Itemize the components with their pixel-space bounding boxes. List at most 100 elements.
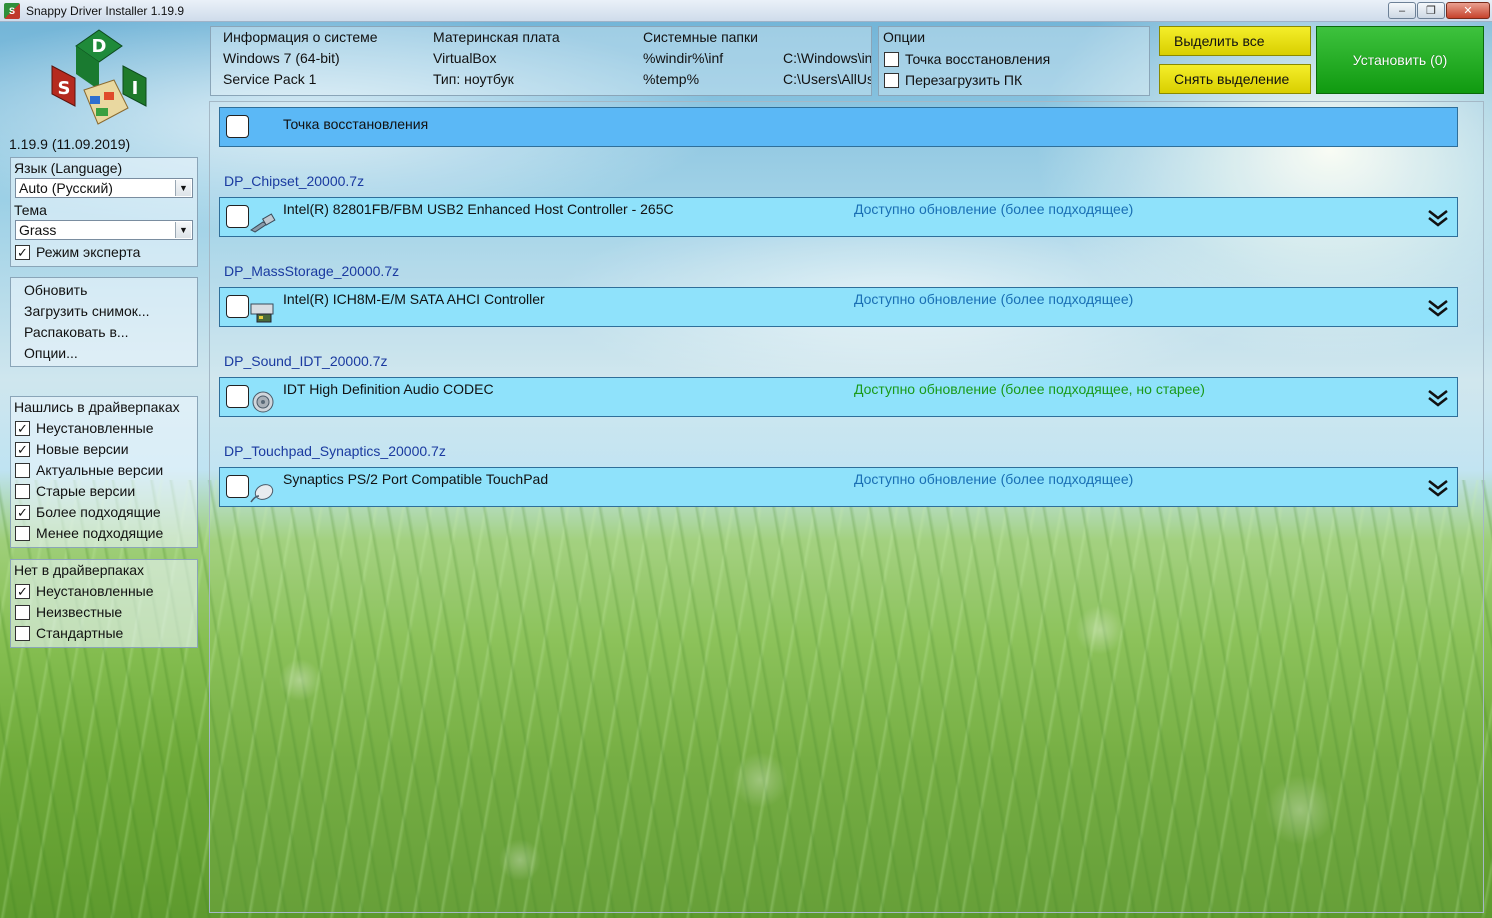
driver-checkbox[interactable] (226, 295, 249, 318)
device-name: IDT High Definition Audio CODEC (283, 381, 494, 397)
filter-label: Менее подходящие (36, 525, 164, 541)
filter-label: Старые версии (36, 483, 136, 499)
filter-older-versions[interactable]: Старые версии (15, 482, 135, 500)
driver-row[interactable]: IDT High Definition Audio CODEC Доступно… (219, 377, 1458, 417)
filter-current-versions[interactable]: Актуальные версии (15, 461, 163, 479)
folder-temp-path[interactable]: C:\Users\AllUs (783, 71, 871, 87)
double-chevron-down-icon[interactable] (1427, 208, 1449, 228)
filter-label: Стандартные (36, 625, 124, 641)
filter-better-match[interactable]: ✓ Более подходящие (15, 503, 161, 521)
double-chevron-down-icon[interactable] (1427, 298, 1449, 318)
filter-checkbox[interactable] (15, 462, 30, 478)
theme-value: Grass (19, 222, 57, 238)
logo-letter-s: S (58, 78, 71, 99)
speaker-icon (252, 391, 274, 413)
usb-plug-icon (250, 213, 276, 233)
language-label: Язык (Language) (14, 160, 123, 176)
device-status: Доступно обновление (более подходящее) (854, 471, 1134, 487)
minimize-button[interactable]: – (1388, 2, 1416, 19)
driver-checkbox[interactable] (226, 385, 249, 408)
filter-checkbox[interactable] (15, 525, 30, 541)
window-title: Snappy Driver Installer 1.19.9 (26, 3, 185, 18)
pack-title-touchpad: DP_Touchpad_Synaptics_20000.7z (224, 443, 446, 459)
found-filters-title: Нашлись в драйверпаках (14, 399, 180, 415)
filter-checkbox[interactable]: ✓ (15, 420, 30, 436)
theme-label: Тема (14, 202, 47, 218)
restore-point-checkbox[interactable] (226, 115, 249, 138)
theme-select[interactable]: Grass ▼ (15, 220, 193, 240)
device-name: Intel(R) ICH8M-E/M SATA AHCI Controller (283, 291, 545, 307)
menu-load-snapshot[interactable]: Загрузить снимок... (24, 303, 150, 319)
settings-panel: Язык (Language) Auto (Русский) ▼ Тема Gr… (10, 157, 198, 267)
driver-checkbox[interactable] (226, 475, 249, 498)
filter-label: Новые версии (36, 441, 129, 457)
device-type: Тип: ноутбук (433, 71, 514, 87)
language-select[interactable]: Auto (Русский) ▼ (15, 178, 193, 198)
filter-label: Неустановленные (36, 420, 154, 436)
filter-label: Неустановленные (36, 583, 154, 599)
logo-letter-d: D (92, 36, 107, 57)
device-status: Доступно обновление (более подходящее) (854, 291, 1134, 307)
expert-mode-checkbox[interactable]: ✓ (15, 244, 30, 260)
filter-missing-not-installed[interactable]: ✓ Неустановленные (15, 582, 154, 600)
select-all-button[interactable]: Выделить все (1159, 26, 1311, 56)
motherboard-header: Материнская плата (433, 29, 560, 45)
restore-point-row[interactable]: Точка восстановления (219, 107, 1458, 147)
option-checkbox[interactable] (884, 72, 899, 88)
filter-label: Неизвестные (36, 604, 123, 620)
deselect-button[interactable]: Снять выделение (1159, 64, 1311, 94)
option-checkbox[interactable] (884, 51, 899, 67)
double-chevron-down-icon[interactable] (1427, 478, 1449, 498)
menu-refresh[interactable]: Обновить (24, 282, 87, 298)
option-restore-point[interactable]: Точка восстановления (884, 50, 1050, 68)
pack-title-chipset: DP_Chipset_20000.7z (224, 173, 365, 189)
restore-point-label: Точка восстановления (283, 116, 429, 132)
option-reboot[interactable]: Перезагрузить ПК (884, 71, 1022, 89)
folder-temp-var[interactable]: %temp% (643, 71, 699, 87)
filter-checkbox[interactable]: ✓ (15, 441, 30, 457)
device-name: Synaptics PS/2 Port Compatible TouchPad (283, 471, 549, 487)
pack-title-massstorage: DP_MassStorage_20000.7z (224, 263, 400, 279)
menu-extract-to[interactable]: Распаковать в... (24, 324, 129, 340)
driver-row[interactable]: Intel(R) ICH8M-E/M SATA AHCI Controller … (219, 287, 1458, 327)
missing-filters-title: Нет в драйверпаках (14, 562, 145, 578)
sdi-logo: D S I (51, 29, 147, 125)
filter-checkbox[interactable] (15, 625, 30, 641)
option-label: Перезагрузить ПК (905, 72, 1023, 88)
chevron-down-icon[interactable]: ▼ (175, 180, 191, 196)
version-label: 1.19.9 (11.09.2019) (9, 136, 131, 152)
device-status: Доступно обновление (более подходящее, н… (854, 381, 1205, 397)
filter-not-installed[interactable]: ✓ Неустановленные (15, 419, 154, 437)
menu-options[interactable]: Опции... (24, 345, 78, 361)
filter-newer-versions[interactable]: ✓ Новые версии (15, 440, 129, 458)
sysinfo-header: Информация о системе (223, 29, 378, 45)
double-chevron-down-icon[interactable] (1427, 388, 1449, 408)
filter-checkbox[interactable]: ✓ (15, 504, 30, 520)
expert-mode-toggle[interactable]: ✓ Режим эксперта (15, 243, 140, 261)
window-controls: – ❐ ✕ (1388, 2, 1490, 19)
filter-checkbox[interactable] (15, 604, 30, 620)
driver-checkbox[interactable] (226, 205, 249, 228)
driver-row[interactable]: Intel(R) 82801FB/FBM USB2 Enhanced Host … (219, 197, 1458, 237)
filter-unknown[interactable]: Неизвестные (15, 603, 122, 621)
driver-row[interactable]: Synaptics PS/2 Port Compatible TouchPad … (219, 467, 1458, 507)
language-value: Auto (Русский) (19, 180, 113, 196)
motherboard-name: VirtualBox (433, 50, 497, 66)
close-button[interactable]: ✕ (1446, 2, 1490, 19)
sysinfo-os: Windows 7 (64-bit) (223, 50, 340, 66)
filter-standard[interactable]: Стандартные (15, 624, 123, 642)
option-label: Точка восстановления (905, 51, 1051, 67)
missing-filters-panel: Нет в драйверпаках ✓ Неустановленные Неи… (10, 559, 198, 648)
sysinfo-service-pack: Service Pack 1 (223, 71, 317, 87)
filter-checkbox[interactable]: ✓ (15, 583, 30, 599)
filter-label: Более подходящие (36, 504, 161, 520)
chevron-down-icon[interactable]: ▼ (175, 222, 191, 238)
folder-inf-var[interactable]: %windir%\inf (643, 50, 723, 66)
device-name: Intel(R) 82801FB/FBM USB2 Enhanced Host … (283, 201, 674, 217)
filter-checkbox[interactable] (15, 483, 30, 499)
install-button[interactable]: Установить (0) (1316, 26, 1484, 94)
maximize-button[interactable]: ❐ (1417, 2, 1445, 19)
folder-inf-path[interactable]: C:\Windows\inf (783, 50, 871, 66)
pack-title-sound: DP_Sound_IDT_20000.7z (224, 353, 388, 369)
filter-worse-match[interactable]: Менее подходящие (15, 524, 163, 542)
